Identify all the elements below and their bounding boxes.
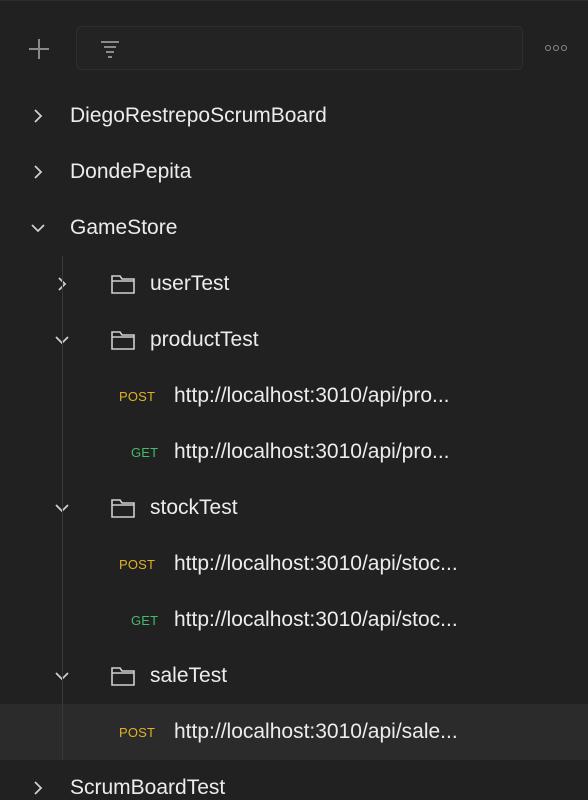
folder-icon bbox=[111, 667, 135, 686]
collection-name: DondePepita bbox=[70, 160, 192, 183]
tree-indent-guide bbox=[62, 256, 63, 760]
chevron-down-icon[interactable] bbox=[30, 220, 46, 236]
folder-icon bbox=[111, 499, 135, 518]
request-item[interactable]: GET http://localhost:3010/api/pro... bbox=[0, 424, 588, 480]
folder-name: productTest bbox=[150, 328, 259, 351]
folder-name: userTest bbox=[150, 272, 230, 295]
request-item[interactable]: POST http://localhost:3010/api/pro... bbox=[0, 368, 588, 424]
chevron-right-icon[interactable] bbox=[30, 108, 46, 124]
folder-item[interactable]: userTest bbox=[0, 256, 588, 312]
collection-name: DiegoRestrepoScrumBoard bbox=[70, 104, 327, 127]
collections-tree: DiegoRestrepoScrumBoard DondePepita GameSt… bbox=[0, 88, 588, 800]
folder-item[interactable]: saleTest bbox=[0, 648, 588, 704]
chevron-right-icon[interactable] bbox=[30, 164, 46, 180]
folder-name: saleTest bbox=[150, 664, 228, 687]
filter-icon bbox=[101, 41, 119, 58]
folder-icon bbox=[111, 331, 135, 350]
request-url: http://localhost:3010/api/pro... bbox=[174, 440, 450, 463]
request-item[interactable]: GET http://localhost:3010/api/stoc... bbox=[0, 592, 588, 648]
folder-item[interactable]: stockTest bbox=[0, 480, 588, 536]
add-collection-button[interactable] bbox=[22, 32, 56, 66]
request-item[interactable]: POST http://localhost:3010/api/sale... bbox=[0, 704, 588, 760]
folder-icon bbox=[111, 275, 135, 294]
folder-name: stockTest bbox=[150, 496, 238, 519]
chevron-right-icon[interactable] bbox=[30, 780, 46, 796]
request-item[interactable]: POST http://localhost:3010/api/stoc... bbox=[0, 536, 588, 592]
request-method-badge: GET bbox=[131, 612, 159, 628]
more-options-button[interactable] bbox=[538, 36, 574, 60]
collections-panel: DiegoRestrepoScrumBoard DondePepita GameSt… bbox=[0, 0, 588, 800]
filter-input[interactable] bbox=[133, 35, 507, 63]
request-url: http://localhost:3010/api/sale... bbox=[174, 720, 458, 743]
collection-item[interactable]: ScrumBoardTest bbox=[0, 760, 588, 800]
plus-icon bbox=[29, 39, 49, 59]
request-method-badge: POST bbox=[119, 556, 156, 572]
request-method-badge: POST bbox=[119, 724, 156, 740]
filter-field[interactable] bbox=[76, 26, 523, 70]
more-options-icon bbox=[545, 45, 567, 51]
collection-name: GameStore bbox=[70, 216, 178, 239]
request-url: http://localhost:3010/api/stoc... bbox=[174, 552, 458, 575]
request-method-badge: POST bbox=[119, 388, 156, 404]
collections-toolbar bbox=[0, 0, 588, 96]
request-url: http://localhost:3010/api/pro... bbox=[174, 384, 450, 407]
request-method-badge: GET bbox=[131, 444, 159, 460]
collection-item[interactable]: GameStore bbox=[0, 200, 588, 256]
folder-item[interactable]: productTest bbox=[0, 312, 588, 368]
request-url: http://localhost:3010/api/stoc... bbox=[174, 608, 458, 631]
collection-item[interactable]: DondePepita bbox=[0, 144, 588, 200]
collection-item[interactable]: DiegoRestrepoScrumBoard bbox=[0, 88, 588, 144]
collection-name: ScrumBoardTest bbox=[70, 776, 226, 799]
